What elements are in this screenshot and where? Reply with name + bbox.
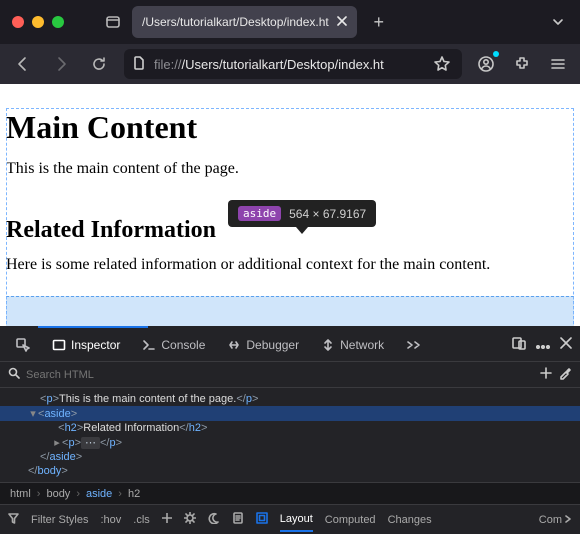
account-icon[interactable] — [474, 52, 498, 76]
minimize-window-button[interactable] — [32, 16, 44, 28]
filter-styles-icon[interactable] — [8, 513, 19, 527]
bookmark-star-icon[interactable] — [430, 52, 454, 76]
traffic-lights — [12, 16, 64, 28]
tab-layout[interactable]: Layout — [280, 513, 313, 532]
address-bar[interactable]: file:///Users/tutorialkart/Desktop/index… — [124, 49, 462, 79]
hov-toggle[interactable]: :hov — [100, 514, 121, 526]
crumb-aside[interactable]: aside — [86, 488, 112, 500]
page-content: Main Content This is the main content of… — [0, 108, 580, 354]
browser-tab[interactable]: /Users/tutorialkart/Desktop/index.ht — [132, 6, 357, 38]
devtools-menu-icon[interactable] — [536, 338, 550, 352]
page-paragraph: This is the main content of the page. — [6, 158, 574, 180]
tab-debugger[interactable]: Debugger — [219, 334, 307, 356]
tab-console[interactable]: Console — [134, 334, 213, 356]
eyedropper-icon[interactable] — [558, 366, 572, 383]
light-scheme-icon[interactable] — [184, 512, 196, 527]
add-rule-icon[interactable] — [162, 513, 172, 526]
new-tab-button[interactable]: + — [365, 8, 393, 36]
url-toolbar: file:///Users/tutorialkart/Desktop/index… — [0, 44, 580, 84]
extensions-icon[interactable] — [510, 52, 534, 76]
reload-button[interactable] — [86, 51, 112, 77]
tab-changes[interactable]: Changes — [388, 514, 432, 526]
dom-node-body-close[interactable]: </body> — [0, 464, 580, 478]
crumb-body[interactable]: body — [46, 488, 70, 500]
devtools-panel: Inspector Console Debugger Network <p>Th… — [0, 326, 580, 534]
tab-title: /Users/tutorialkart/Desktop/index.ht — [142, 15, 329, 29]
tabs-overflow-icon[interactable] — [398, 335, 430, 355]
tab-inspector[interactable]: Inspector — [44, 334, 128, 356]
page-heading: Main Content — [6, 108, 574, 146]
crumb-h2[interactable]: h2 — [128, 488, 140, 500]
address-text: file:///Users/tutorialkart/Desktop/index… — [154, 57, 422, 72]
file-icon — [132, 56, 146, 73]
breadcrumb-bar: html› body› aside› h2 — [0, 482, 580, 504]
search-html-input[interactable] — [26, 369, 534, 381]
crumb-html[interactable]: html — [10, 488, 31, 500]
devtools-tabbar: Inspector Console Debugger Network — [0, 328, 580, 362]
close-tab-icon[interactable] — [337, 15, 347, 29]
markup-view[interactable]: <p>This is the main content of the page.… — [0, 388, 580, 482]
html-search-bar — [0, 362, 580, 388]
dark-scheme-icon[interactable] — [208, 512, 220, 527]
inspector-tooltip: aside 564 × 67.9167 — [228, 200, 376, 234]
tab-compatibility[interactable]: Com — [539, 514, 572, 526]
tooltip-tag: aside — [238, 206, 281, 221]
forward-button[interactable] — [48, 51, 74, 77]
app-menu-icon[interactable] — [546, 52, 570, 76]
aside-paragraph: Here is some related information or addi… — [6, 254, 574, 276]
element-picker-icon[interactable] — [8, 334, 38, 356]
tab-network[interactable]: Network — [313, 334, 392, 356]
dom-node-p[interactable]: <p>This is the main content of the page.… — [0, 392, 580, 406]
window-titlebar: /Users/tutorialkart/Desktop/index.ht + — [0, 0, 580, 44]
maximize-window-button[interactable] — [52, 16, 64, 28]
dom-node-h2[interactable]: <h2>Related Information</h2> — [0, 421, 580, 435]
boxmodel-icon[interactable] — [256, 512, 268, 527]
responsive-mode-icon[interactable] — [512, 336, 526, 353]
tab-computed[interactable]: Computed — [325, 514, 376, 526]
devtools-close-icon[interactable] — [560, 337, 572, 352]
tab-history-button[interactable] — [102, 11, 124, 33]
dom-node-p-collapsed[interactable]: ▸<p>⋯</p> — [0, 435, 580, 450]
notification-dot — [493, 51, 499, 57]
tab-dropdown-button[interactable] — [544, 8, 572, 36]
close-window-button[interactable] — [12, 16, 24, 28]
dom-node-aside-open[interactable]: ▾<aside> — [0, 406, 580, 421]
dom-node-aside-close[interactable]: </aside> — [0, 450, 580, 464]
filter-styles-label[interactable]: Filter Styles — [31, 514, 88, 526]
search-icon — [8, 367, 20, 382]
print-media-icon[interactable] — [232, 512, 244, 527]
add-node-icon[interactable] — [540, 367, 552, 382]
back-button[interactable] — [10, 51, 36, 77]
cls-toggle[interactable]: .cls — [133, 514, 150, 526]
rules-toolbar: Filter Styles :hov .cls Layout Computed … — [0, 504, 580, 534]
tooltip-dimensions: 564 × 67.9167 — [289, 207, 366, 221]
